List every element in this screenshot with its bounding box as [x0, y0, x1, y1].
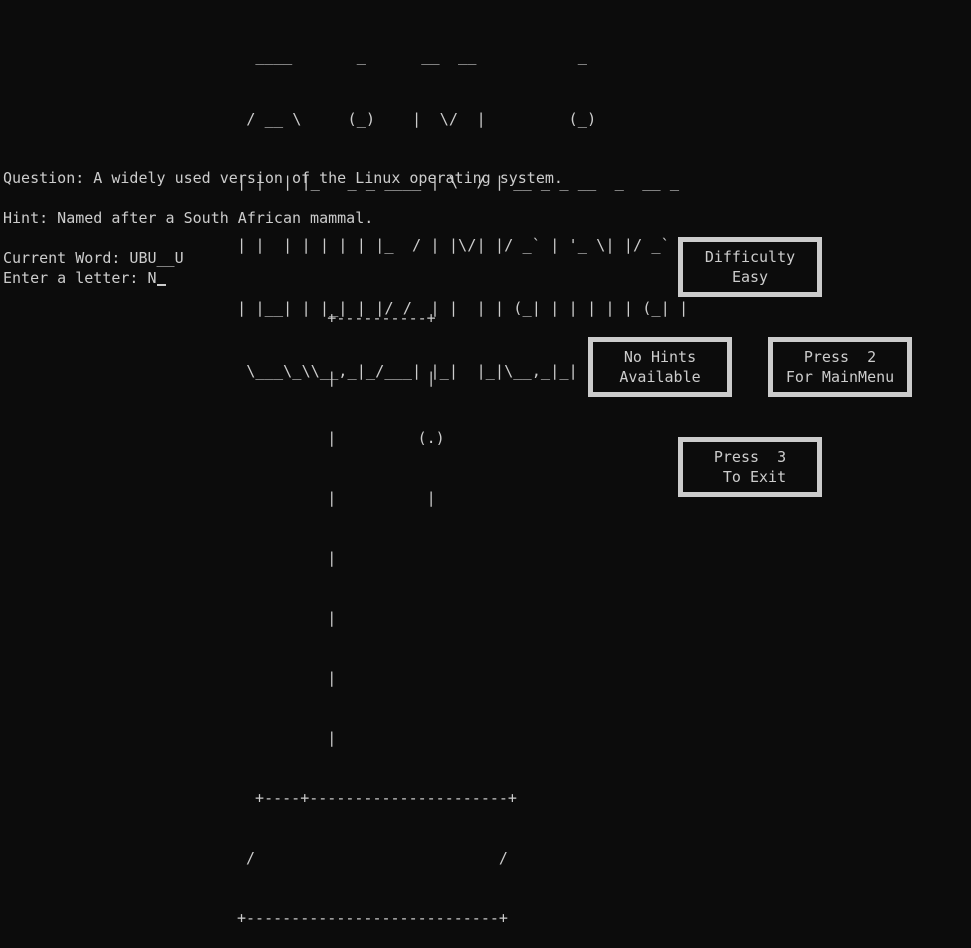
gallows-line: | [237, 729, 337, 747]
gallows-line: +----------+ [237, 309, 436, 327]
main-menu-button[interactable]: Press 2 For MainMenu [768, 337, 912, 397]
hints-box: No Hints Available [588, 337, 732, 397]
hint-text: Hint: Named after a South African mammal… [3, 209, 374, 227]
hints-status: Available [619, 368, 701, 386]
gallows-line: +----+----------------------+ [237, 789, 517, 807]
letter-prompt: Enter a letter: [3, 269, 148, 287]
letter-input[interactable]: N [148, 269, 157, 287]
question-text: Question: A widely used version of the L… [3, 169, 563, 187]
hints-label: No Hints [623, 348, 697, 366]
exit-label: To Exit [713, 468, 787, 486]
gallows-line: | [237, 549, 337, 567]
logo-line: / __ \ (_) | \/ | (_) [237, 110, 597, 128]
gallows-line: | [237, 669, 337, 687]
gallows-line: | | [237, 369, 436, 387]
gallows-line: | (.) [237, 429, 445, 447]
text-cursor [156, 284, 166, 286]
difficulty-label: Difficulty [704, 248, 796, 266]
gallows-line: / / [237, 849, 508, 867]
difficulty-box: Difficulty Easy [678, 237, 822, 297]
gallows-line: +----------------------------+ [237, 909, 508, 927]
exit-key: Press 3 [713, 448, 787, 466]
gallows-line: | [237, 609, 337, 627]
main-menu-label: For MainMenu [785, 368, 895, 386]
exit-button[interactable]: Press 3 To Exit [678, 437, 822, 497]
main-menu-key: Press 2 [803, 348, 877, 366]
logo-line: ____ _ __ __ _ [237, 47, 587, 65]
logo-line: | | | | | | | |_ / | |\/| |/ _` | '_ \| … [237, 236, 689, 254]
current-word: Current Word: UBU__U [3, 249, 184, 267]
difficulty-value: Easy [731, 268, 769, 286]
letter-input-line[interactable]: Enter a letter: N [3, 268, 166, 288]
hangman-gallows: +----------+ | | | (.) | | | | | | +----… [237, 268, 517, 948]
gallows-line: | | [237, 489, 436, 507]
